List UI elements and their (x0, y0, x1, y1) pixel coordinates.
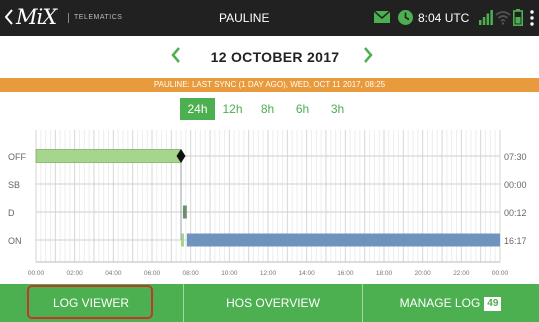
clock-icon (398, 10, 413, 25)
chevron-right-icon[interactable] (362, 46, 374, 64)
row-label-off: OFF (8, 152, 26, 162)
wifi-icon (495, 11, 511, 25)
segment-d (182, 205, 187, 219)
log-viewer-label: LOG VIEWER (52, 296, 129, 310)
x-tick-label: 10:00 (221, 270, 238, 277)
chevron-left-icon[interactable] (170, 46, 182, 64)
tab-6h[interactable]: 6h (285, 98, 320, 120)
current-date: 12 OCTOBER 2017 (210, 49, 340, 65)
hos-log-chart[interactable]: OFF 07:30 SB 00:00 D 00:12 ON 16:17 00:00 02:00 04… (0, 122, 539, 282)
x-tick-label: 06:00 (144, 270, 161, 277)
clock-time: 8:04 UTC (418, 11, 470, 25)
row-label-sb: SB (8, 180, 20, 190)
log-viewer-button[interactable]: LOG VIEWER (0, 284, 182, 322)
tab-24h[interactable]: 24h (180, 98, 215, 120)
x-tick-label: 04:00 (105, 270, 122, 277)
manage-log-button[interactable]: MANAGE LOG 49 (362, 284, 539, 322)
manage-log-count-badge: 49 (484, 297, 502, 311)
x-tick-label: 14:00 (299, 270, 316, 277)
back-icon[interactable] (4, 8, 14, 26)
vehicle-title: PAULINE (219, 11, 270, 25)
battery-icon (513, 9, 523, 26)
hos-log-chart-svg: OFF 07:30 SB 00:00 D 00:12 ON 16:17 00:00 02:00 04… (8, 130, 527, 277)
hos-overview-label: HOS OVERVIEW (226, 296, 320, 310)
tab-8h[interactable]: 8h (250, 98, 285, 120)
x-tick-label: 00:00 (492, 270, 509, 277)
menu-icon[interactable] (530, 10, 534, 26)
x-tick-label: 22:00 (453, 270, 470, 277)
tab-3h[interactable]: 3h (320, 98, 355, 120)
row-total-on: 16:17 (504, 236, 527, 246)
last-sync-banner: PAULINE: LAST SYNC (1 DAY AGO), WED, OCT… (0, 78, 539, 92)
row-label-d: D (8, 208, 15, 218)
x-tick-label: 16:00 (337, 270, 354, 277)
segment-on (186, 233, 501, 247)
signal-icon (479, 10, 493, 25)
x-tick-label: 18:00 (376, 270, 393, 277)
segment-off (35, 149, 182, 163)
app-logo: MiX (16, 5, 57, 29)
row-total-sb: 00:00 (504, 180, 527, 190)
top-app-bar: MiX TELEMATICS PAULINE 8:04 UTC (0, 0, 539, 36)
time-range-tabs: 24h 12h 8h 6h 3h (180, 98, 355, 120)
mail-icon[interactable] (374, 11, 390, 23)
x-tick-label: 00:00 (28, 270, 45, 277)
x-tick-label: 02:00 (67, 270, 84, 277)
x-tick-label: 08:00 (183, 270, 200, 277)
hos-overview-button[interactable]: HOS OVERVIEW (183, 284, 363, 322)
row-label-on: ON (8, 236, 22, 246)
manage-log-label: MANAGE LOG (399, 296, 481, 310)
x-tick-label: 12:00 (260, 270, 277, 277)
bottom-navigation: LOG VIEWER HOS OVERVIEW MANAGE LOG 49 (0, 284, 539, 322)
row-total-off: 07:30 (504, 152, 527, 162)
app-logo-subtitle: TELEMATICS (68, 13, 122, 23)
tab-12h[interactable]: 12h (215, 98, 250, 120)
row-total-d: 00:12 (504, 208, 527, 218)
x-tick-label: 20:00 (415, 270, 432, 277)
date-navigator: 12 OCTOBER 2017 (0, 36, 539, 78)
